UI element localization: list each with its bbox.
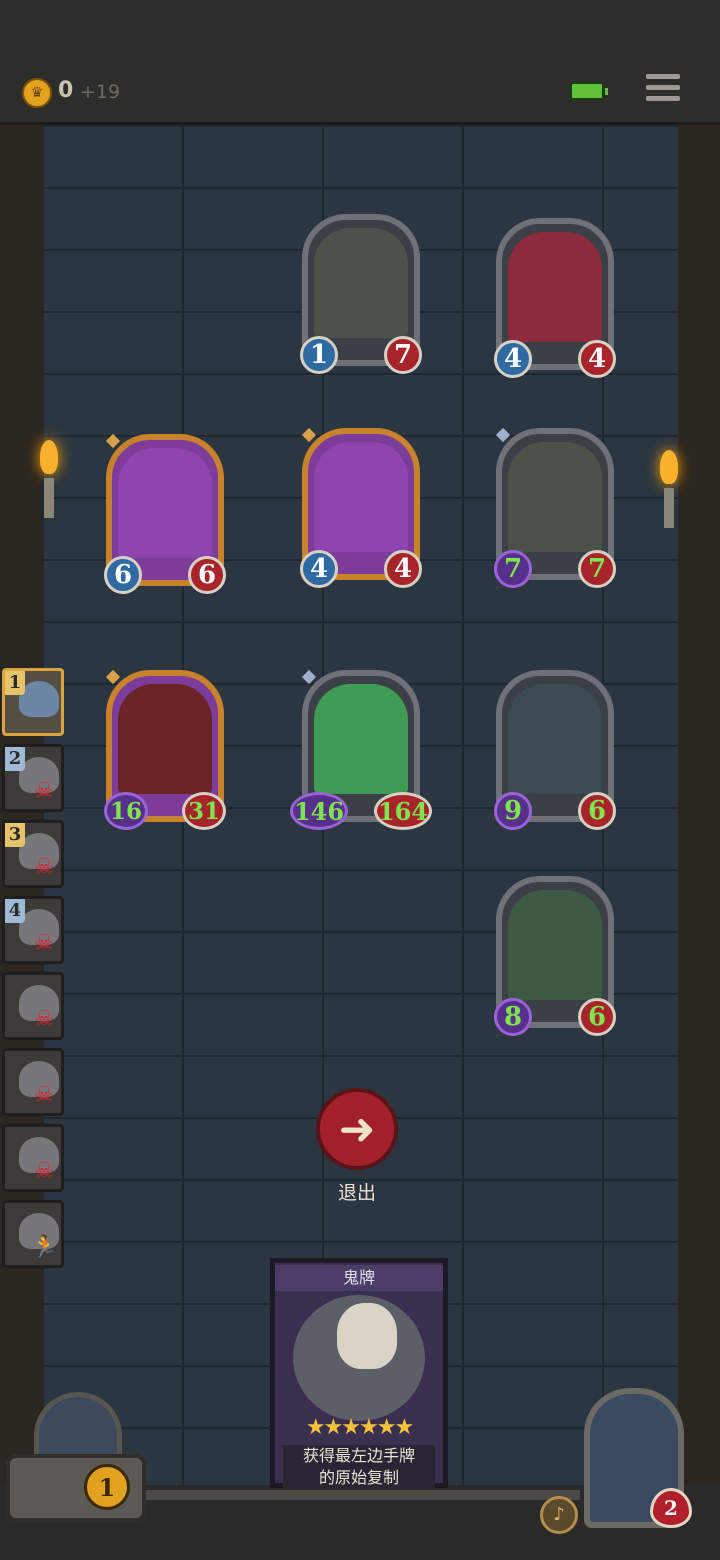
enemy-card-clown[interactable]: 4 4 [494,218,616,378]
exit-button[interactable]: ➜ [316,1088,398,1170]
airship-art [118,448,212,558]
player-treasure-chest[interactable]: 1 [6,1392,146,1528]
ninja-art [118,684,212,794]
slot-index: 1 [5,671,25,695]
gold-income: +19 [80,81,121,103]
battery-icon [570,82,608,100]
card-ninja[interactable]: 16 31 [104,669,226,830]
sequence-slot-6[interactable]: ☠ [2,1048,64,1116]
skull-face-art [337,1303,397,1369]
sequence-slot-5[interactable]: ☠ [2,972,64,1040]
player-hero-portrait[interactable]: 2 [576,1388,696,1530]
health-stat: 6 [578,998,616,1036]
card-airship-silver[interactable]: 7 7 [494,427,616,588]
event-card[interactable]: 鬼牌 ★★★★★★ 获得最左边手牌 的原始复制 [270,1258,448,1489]
torch-left-icon [36,440,62,530]
player-gold-counter: 1 [84,1464,130,1510]
skull-icon: ☠ [34,1083,54,1108]
skull-icon: ☠ [34,1159,54,1184]
right-wall-frame [678,125,720,1485]
hamburger-menu-icon[interactable] [646,74,680,104]
card-ghost-green[interactable]: 146 164 [290,669,432,830]
card-robot-skull[interactable]: 4 4 [300,427,422,588]
health-stat: 6 [188,556,226,594]
rarity-stars: ★★★★★★ [305,1415,414,1440]
slot-index: 3 [5,823,25,847]
sequence-slot-4[interactable]: 4 ☠ [2,896,64,964]
clown-art [508,232,602,342]
sequence-slot-7[interactable]: ☠ [2,1124,64,1192]
attack-stat: 8 [494,998,532,1036]
attack-stat: 7 [494,550,532,588]
attack-stat: 4 [300,550,338,588]
bell-icon[interactable]: ♪ [540,1496,578,1534]
health-stat: 7 [384,336,422,374]
sequence-slot-2[interactable]: 2 ☠ [2,744,64,812]
attack-stat: 146 [290,792,348,830]
event-card-description: 获得最左边手牌 的原始复制 [283,1445,435,1489]
description-line-1: 获得最左边手牌 [302,1446,415,1465]
ghost-art [314,684,408,794]
gold-amount: 0 [58,78,74,103]
attack-stat: 1 [300,336,338,374]
card-airship[interactable]: 6 6 [104,433,226,594]
enemy-card-skeleton[interactable]: 1 7 [300,214,422,374]
player-health-heart: 2 [650,1488,692,1528]
health-stat: 4 [384,550,422,588]
sequence-slot-8[interactable]: 🏃 [2,1200,64,1268]
attack-stat: 9 [494,792,532,830]
card-cursed-sword[interactable]: 8 6 [494,876,616,1036]
health-stat: 31 [182,792,226,830]
skeleton-art [314,228,408,338]
health-stat: 164 [374,792,432,830]
demon-girl-art [508,684,602,794]
skull-icon: ☠ [34,779,54,804]
werewolf-portrait [19,681,59,717]
running-figure-icon: 🏃 [31,1235,59,1260]
sword-art [508,890,602,1000]
crown-coin-icon: ♛ [22,78,52,108]
skull-icon: ☠ [34,931,54,956]
description-line-2: 的原始复制 [318,1468,399,1487]
attack-stat: 4 [494,340,532,378]
torch-right-icon [656,450,682,540]
slot-index: 4 [5,899,25,923]
attack-stat: 6 [104,556,142,594]
top-bar: ♛ 0 +19 [0,0,720,125]
bottom-rail [140,1490,580,1500]
health-stat: 4 [578,340,616,378]
health-stat: 6 [578,792,616,830]
card-demon-girl[interactable]: 9 6 [494,670,616,830]
sequence-slot-1[interactable]: 1 [2,668,64,736]
attack-stat: 16 [104,792,148,830]
exit-label: 退出 [337,1182,376,1204]
health-stat: 7 [578,550,616,588]
robot-art [314,442,408,552]
skull-icon: ☠ [34,855,54,880]
sequence-slot-3[interactable]: 3 ☠ [2,820,64,888]
airship-art [508,442,602,552]
slot-index: 2 [5,747,25,771]
skull-icon: ☠ [34,1007,54,1032]
arrow-left-icon: ➜ [338,1103,376,1155]
event-card-title: 鬼牌 [275,1265,443,1291]
